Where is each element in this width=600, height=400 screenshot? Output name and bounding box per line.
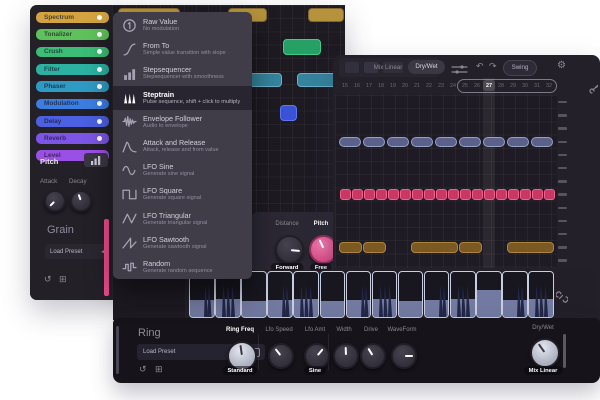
menu-item-text: LFO SquareGenerate square signal xyxy=(143,186,201,202)
menu-item-description: Generate triangular signal xyxy=(143,220,207,227)
menu-item-text: LFO TriangularGenerate triangular signal xyxy=(143,211,207,227)
knob-value-pill[interactable]: Sine xyxy=(304,366,326,375)
menu-item-title: LFO Square xyxy=(143,186,201,195)
menu-item-text: LFO SineGenerate sine signal xyxy=(143,162,194,178)
lfo-triangular-icon xyxy=(121,211,138,226)
menu-item-description: Generate random sequence xyxy=(143,268,213,275)
knob-label: WaveForm xyxy=(374,327,430,333)
menu-item-text: RandomGenerate random sequence xyxy=(143,259,213,275)
knob-pointer-line xyxy=(405,355,413,357)
undo-icon[interactable]: ↺ xyxy=(139,364,147,375)
menu-item-description: Stepsequencer with smoothness xyxy=(143,74,224,81)
stepsequencer-icon xyxy=(121,66,138,81)
menu-item-title: Stepsequencer xyxy=(143,65,224,74)
ring-module-bar: Ring Load Preset ◀ ▶ ↺ ⊞ Ring FreqStanda… xyxy=(0,0,600,400)
menu-item-title: From To xyxy=(143,41,226,50)
menu-item-description: No modulation xyxy=(143,26,179,33)
right-scrollbar[interactable] xyxy=(563,334,566,368)
menu-item-text: LFO SawtoothGenerate sawtooth signal xyxy=(143,235,206,251)
grid-view-icon[interactable]: ⊞ xyxy=(155,364,163,375)
menu-item-steptrain[interactable]: SteptrainPulse sequence, shift + click t… xyxy=(113,86,252,110)
attack-release-icon xyxy=(121,139,138,154)
menu-item-text: StepsequencerStepsequencer with smoothne… xyxy=(143,65,224,81)
menu-item-description: Pulse sequence, shift + click to multipl… xyxy=(143,99,240,106)
knob-pointer-line xyxy=(317,348,324,355)
width-knob[interactable] xyxy=(333,343,359,369)
knob-pointer-line xyxy=(240,345,243,355)
random-icon xyxy=(121,259,138,274)
menu-item-text: From ToSimple value transition with slop… xyxy=(143,41,226,57)
menu-item-title: Steptrain xyxy=(143,90,240,99)
lfo-square-icon xyxy=(121,187,138,202)
knob-value-pill[interactable]: Mix Linear xyxy=(524,366,563,375)
menu-item-title: Envelope Follower xyxy=(143,114,202,123)
menu-item-from-to[interactable]: From ToSimple value transition with slop… xyxy=(113,37,252,61)
steptrain-icon xyxy=(121,90,138,105)
left-scrollbar[interactable] xyxy=(116,326,119,374)
menu-item-text: Envelope FollowerAudio to envelope xyxy=(143,114,202,130)
waveform-knob[interactable] xyxy=(391,343,417,369)
drive-knob[interactable] xyxy=(360,343,386,369)
menu-item-attack-and-release[interactable]: Attack and ReleaseAttack, release and fr… xyxy=(113,134,252,158)
menu-item-title: Raw Value xyxy=(143,17,179,26)
menu-item-title: LFO Triangular xyxy=(143,211,207,220)
menu-item-envelope-follower[interactable]: Envelope FollowerAudio to envelope xyxy=(113,110,252,134)
knob-pointer-line xyxy=(275,348,281,355)
lfo-sawtooth-icon xyxy=(121,235,138,250)
ring-module-title: Ring xyxy=(138,327,161,339)
menu-item-title: Random xyxy=(143,259,213,268)
knob-pointer xyxy=(335,345,358,368)
knob-pointer xyxy=(393,345,415,367)
envelope-follower-icon xyxy=(121,114,138,129)
menu-item-title: Attack and Release xyxy=(143,138,219,147)
menu-item-title: LFO Sine xyxy=(143,162,194,171)
menu-item-text: Raw ValueNo modulation xyxy=(143,17,179,33)
menu-item-description: Generate sine signal xyxy=(143,171,194,178)
divider xyxy=(258,334,259,370)
menu-item-raw-value[interactable]: Raw ValueNo modulation xyxy=(113,13,252,37)
menu-item-random[interactable]: RandomGenerate random sequence xyxy=(113,255,252,279)
knob-value-pill[interactable]: Standard xyxy=(222,366,257,375)
menu-item-text: SteptrainPulse sequence, shift + click t… xyxy=(143,90,240,106)
raw-value-icon xyxy=(121,18,138,33)
menu-item-title: LFO Sawtooth xyxy=(143,235,206,244)
menu-item-lfo-triangular[interactable]: LFO TriangularGenerate triangular signal xyxy=(113,207,252,231)
lfo-sine-icon xyxy=(121,163,138,178)
knob-pointer-line xyxy=(367,348,373,356)
menu-item-description: Generate sawtooth signal xyxy=(143,244,206,251)
menu-item-description: Generate square signal xyxy=(143,195,201,202)
modulation-type-menu: Raw ValueNo modulation From ToSimple valu… xyxy=(113,12,252,279)
menu-item-lfo-square[interactable]: LFO SquareGenerate square signal xyxy=(113,182,252,206)
menu-item-stepsequencer[interactable]: StepsequencerStepsequencer with smoothne… xyxy=(113,61,252,85)
menu-item-description: Audio to envelope xyxy=(143,123,202,130)
knob-pointer-line xyxy=(345,347,347,355)
menu-item-text: Attack and ReleaseAttack, release and fr… xyxy=(143,138,219,154)
from-to-icon xyxy=(121,42,138,57)
menu-item-lfo-sine[interactable]: LFO SineGenerate sine signal xyxy=(113,158,252,182)
knob-pointer-line xyxy=(538,344,545,353)
menu-item-lfo-sawtooth[interactable]: LFO SawtoothGenerate sawtooth signal xyxy=(113,231,252,255)
menu-item-description: Attack, release and from value xyxy=(143,147,219,154)
dry-wet-knob[interactable] xyxy=(530,338,560,368)
menu-item-description: Simple value transition with slope xyxy=(143,50,226,57)
knob-label: Dry/Wet xyxy=(515,325,571,331)
stage: SpectrumTonalizerCrushFilterPhaserModula… xyxy=(0,0,600,400)
lfo-speed-knob[interactable] xyxy=(268,343,294,369)
ring-preset-value: Load Preset xyxy=(137,349,226,355)
